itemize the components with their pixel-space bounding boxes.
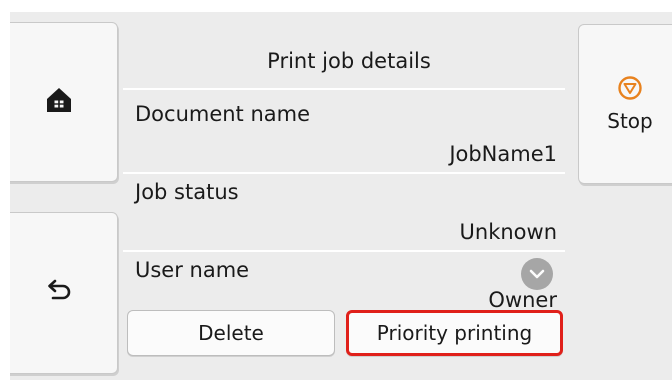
- back-button[interactable]: [10, 212, 118, 374]
- divider: [123, 88, 565, 90]
- chevron-down-icon: [529, 265, 545, 284]
- divider: [123, 172, 565, 174]
- priority-printing-button[interactable]: Priority printing: [346, 310, 563, 356]
- document-name-label: Document name: [135, 102, 311, 126]
- delete-button-label: Delete: [198, 321, 264, 345]
- priority-printing-label: Priority printing: [376, 321, 533, 345]
- back-arrow-icon: [45, 279, 73, 307]
- scroll-down-button[interactable]: [521, 258, 553, 290]
- home-button[interactable]: [10, 22, 118, 182]
- delete-button[interactable]: Delete: [127, 310, 335, 356]
- job-status-value: Unknown: [459, 220, 557, 244]
- user-name-value: Owner: [488, 288, 557, 312]
- job-details-panel: Print job details Document name JobName1…: [123, 12, 575, 380]
- printer-screen: Stop Print job details Document name Job…: [10, 12, 672, 380]
- stop-label: Stop: [607, 109, 653, 133]
- document-name-value: JobName1: [449, 142, 557, 166]
- stop-button[interactable]: Stop: [578, 24, 672, 184]
- job-status-label: Job status: [135, 180, 239, 204]
- divider: [123, 250, 565, 252]
- user-name-label: User name: [135, 258, 250, 282]
- home-icon: [44, 85, 74, 119]
- page-title: Print job details: [267, 49, 431, 73]
- stop-icon: [617, 75, 643, 105]
